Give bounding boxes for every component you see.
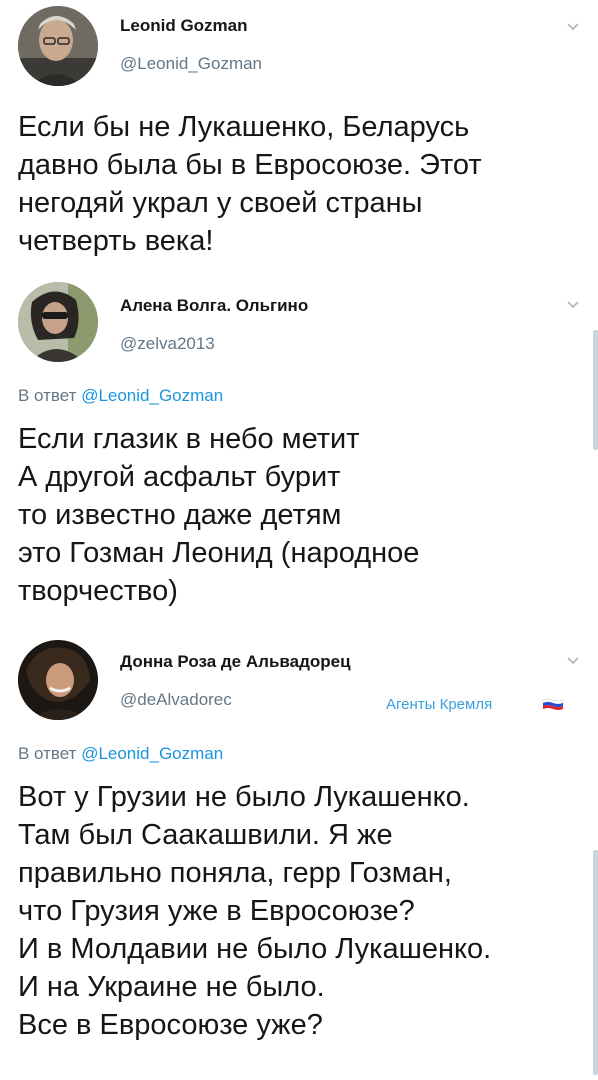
chevron-down-icon — [567, 301, 579, 309]
chevron-down-icon — [567, 23, 579, 31]
tweet-leonid-gozman[interactable]: Leonid Gozman @Leonid_Gozman Если бы не … — [0, 0, 598, 280]
tweet-text-line: И на Украине не было. — [18, 971, 325, 1003]
avatar[interactable] — [18, 6, 98, 86]
scrollbar-thumb[interactable] — [593, 850, 598, 1075]
tweet-menu-button[interactable] — [566, 20, 580, 34]
tweet-text-line: четверть века! — [18, 225, 214, 257]
tweet-text-line: Там был Саакашвили. Я же — [18, 819, 393, 851]
scrollbar-thumb[interactable] — [593, 330, 598, 450]
tweet-text: Вот у Грузии не было Лукашенко. Там был … — [18, 778, 580, 1044]
tweet-menu-button[interactable] — [566, 298, 580, 312]
tweet-text: Если глазик в небо метит А другой асфаль… — [18, 420, 580, 610]
display-name[interactable]: Leonid Gozman — [120, 16, 248, 36]
user-handle[interactable]: @deAlvadorec — [120, 690, 232, 710]
user-handle[interactable]: @zelva2013 — [120, 334, 215, 354]
chevron-down-icon — [567, 657, 579, 665]
mention-link[interactable]: @Leonid_Gozman — [81, 386, 223, 405]
tweet-text-line: Все в Евросоюзе уже? — [18, 1009, 323, 1041]
reply-prefix: В ответ — [18, 386, 77, 405]
reply-context: В ответ @Leonid_Gozman — [18, 386, 223, 406]
tweet-text-line: И в Молдавии не было Лукашенко. — [18, 933, 492, 965]
tweet-text-line: А другой асфальт бурит — [18, 461, 341, 493]
tweet-text-line: давно была бы в Евросоюзе. Этот — [18, 149, 482, 181]
tweet-zelva2013[interactable]: Алена Волга. Ольгино @zelva2013 В ответ … — [0, 282, 598, 637]
user-handle[interactable]: @Leonid_Gozman — [120, 54, 262, 74]
avatar[interactable] — [18, 640, 98, 720]
tweet-text-line: Если глазик в небо метит — [18, 423, 360, 455]
reply-prefix: В ответ — [18, 744, 77, 763]
avatar[interactable] — [18, 282, 98, 362]
tweet-text-line: то известно даже детям — [18, 499, 342, 531]
russian-flag-icon — [542, 698, 564, 710]
tweet-menu-button[interactable] — [566, 654, 580, 668]
display-name[interactable]: Донна Роза де Альвадорец — [120, 652, 351, 672]
reply-context: В ответ @Leonid_Gozman — [18, 744, 223, 764]
tweet-text-line: творчество) — [18, 575, 178, 607]
user-label-badge: Агенты Кремля — [386, 696, 493, 713]
avatar-photo-icon — [18, 640, 98, 720]
tweet-dealvadorec[interactable]: Донна Роза де Альвадорец @deAlvadorec Аг… — [0, 640, 598, 1080]
tweet-text: Если бы не Лукашенко, Беларусь давно был… — [18, 108, 580, 260]
tweet-text-line: правильно поняла, герр Гозман, — [18, 857, 452, 889]
tweet-text-line: негодяй украл у своей страны — [18, 187, 423, 219]
mention-link[interactable]: @Leonid_Gozman — [81, 744, 223, 763]
tweet-text-line: это Гозман Леонид (народное — [18, 537, 420, 569]
display-name[interactable]: Алена Волга. Ольгино — [120, 296, 308, 316]
tweet-text-line: Если бы не Лукашенко, Беларусь — [18, 111, 470, 143]
tweet-text-line: Вот у Грузии не было Лукашенко. — [18, 781, 470, 813]
tweet-text-line: что Грузия уже в Евросоюзе? — [18, 895, 415, 927]
avatar-photo-icon — [18, 282, 98, 362]
avatar-photo-icon — [18, 6, 98, 86]
